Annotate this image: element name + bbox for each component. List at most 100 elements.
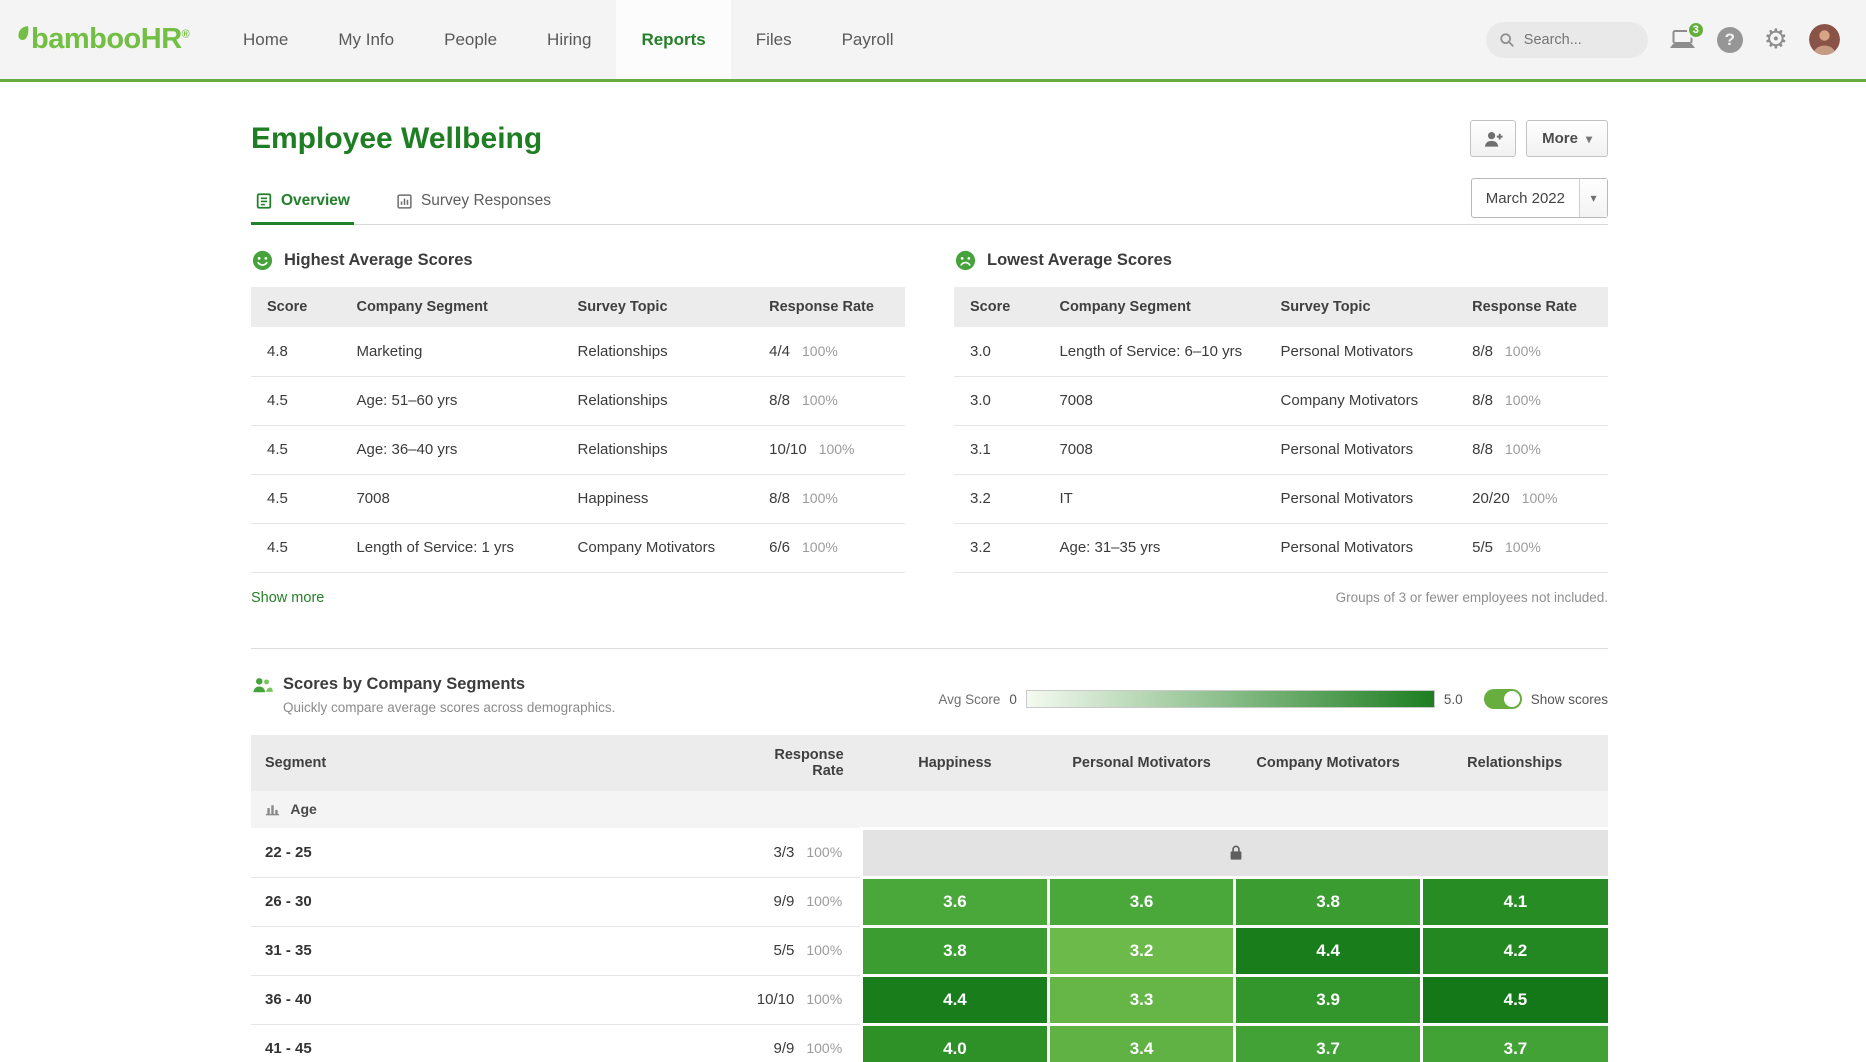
heatmap-cell: 3.7 bbox=[1233, 1022, 1422, 1062]
legend-min: 0 bbox=[1009, 691, 1017, 707]
nav-item-my-info[interactable]: My Info bbox=[313, 0, 419, 79]
cell-response-rate: 3/3 100% bbox=[739, 828, 862, 878]
cell-score: 3.0 bbox=[954, 327, 1050, 377]
chevron-down-icon: ▾ bbox=[1585, 131, 1592, 146]
col-response-rate: Response Rate bbox=[759, 287, 905, 327]
help-button[interactable]: ? bbox=[1716, 26, 1743, 53]
nav-item-payroll[interactable]: Payroll bbox=[817, 0, 919, 79]
bamboohr-logo[interactable]: bambooHR® bbox=[0, 0, 218, 79]
cell-survey-topic: Relationships bbox=[567, 327, 760, 377]
response-percent: 100% bbox=[802, 392, 838, 408]
cell-segment: 22 - 25 bbox=[251, 828, 740, 878]
table-row: 4.5 Age: 36–40 yrs Relationships 10/10 100% bbox=[251, 425, 905, 475]
col-company-motivators: Company Motivators bbox=[1234, 734, 1422, 791]
cell-survey-topic: Happiness bbox=[567, 474, 760, 524]
cell-response-rate: 8/8 100% bbox=[759, 474, 905, 524]
highest-scores-table: Score Company Segment Survey Topic Respo… bbox=[251, 287, 905, 573]
response-count: 6/6 bbox=[769, 539, 790, 556]
cell-company-segment: 7008 bbox=[1049, 376, 1271, 426]
lowest-scores-table: Score Company Segment Survey Topic Respo… bbox=[954, 287, 1608, 573]
cell-company-segment: Length of Service: 1 yrs bbox=[346, 523, 568, 573]
brand-text: bambooHR® bbox=[31, 23, 190, 55]
nav-right-cluster: 3 ? ⚙ bbox=[1485, 0, 1866, 79]
leaf-icon bbox=[18, 25, 29, 40]
search-icon bbox=[1500, 32, 1514, 47]
table-header-row: Score Company Segment Survey Topic Respo… bbox=[251, 287, 905, 327]
lock-icon bbox=[1230, 845, 1241, 860]
nav-item-hiring[interactable]: Hiring bbox=[522, 0, 616, 79]
response-percent: 100% bbox=[802, 490, 838, 506]
cell-response-rate: 8/8 100% bbox=[1462, 425, 1608, 475]
period-select[interactable]: March 2022 ▾ bbox=[1470, 178, 1608, 218]
overview-report-icon bbox=[256, 193, 272, 209]
cell-score: 3.2 bbox=[954, 523, 1050, 573]
heatmap-cell: 4.1 bbox=[1419, 875, 1608, 926]
settings-button[interactable]: ⚙ bbox=[1764, 26, 1788, 53]
lowest-scores-panel: Lowest Average Scores Score Company Segm… bbox=[954, 249, 1608, 608]
response-count: 3/3 bbox=[773, 843, 795, 861]
response-count: 5/5 bbox=[773, 942, 795, 959]
response-percent: 100% bbox=[806, 893, 843, 909]
table-row: 3.2 IT Personal Motivators 20/20 100% bbox=[954, 474, 1608, 524]
avatar-photo bbox=[1809, 24, 1840, 55]
page-head: Employee Wellbeing More ▾ bbox=[251, 82, 1608, 157]
nav-item-home[interactable]: Home bbox=[218, 0, 313, 79]
tabs-row: Overview Survey Responses March 2022 ▾ bbox=[251, 178, 1608, 225]
table-row: 4.5 7008 Happiness 8/8 100% bbox=[251, 474, 905, 524]
bar-chart-icon bbox=[397, 193, 412, 209]
avatar[interactable] bbox=[1809, 24, 1840, 55]
table-header-row: Segment Response Rate Happiness Personal… bbox=[251, 734, 1608, 791]
cell-segment: 31 - 35 bbox=[251, 926, 740, 976]
col-score: Score bbox=[954, 287, 1050, 327]
heatmap-cell: 4.2 bbox=[1419, 924, 1608, 975]
heatmap-cell: 3.4 bbox=[1046, 1022, 1235, 1062]
response-percent: 100% bbox=[1505, 392, 1541, 408]
tab-survey-responses[interactable]: Survey Responses bbox=[392, 192, 555, 225]
heatmap-cell: 3.8 bbox=[860, 924, 1049, 975]
score-panels: Highest Average Scores Score Company Seg… bbox=[251, 249, 1608, 608]
cell-survey-topic: Personal Motivators bbox=[1270, 425, 1463, 475]
groups-footnote: Groups of 3 or fewer employees not inclu… bbox=[1335, 589, 1608, 605]
cell-company-segment: Age: 31–35 yrs bbox=[1049, 523, 1271, 573]
response-count: 8/8 bbox=[1472, 392, 1493, 409]
notifications-button[interactable]: 3 bbox=[1669, 20, 1705, 51]
tab-overview[interactable]: Overview bbox=[251, 192, 354, 225]
col-survey-topic: Survey Topic bbox=[1270, 287, 1463, 327]
response-count: 10/10 bbox=[769, 441, 807, 458]
response-count: 9/9 bbox=[773, 1040, 795, 1057]
cell-response-rate: 8/8 100% bbox=[759, 376, 905, 426]
col-personal-motivators: Personal Motivators bbox=[1048, 734, 1235, 791]
heatmap-cell: 3.8 bbox=[1233, 875, 1422, 926]
top-nav: bambooHR® Home My Info People Hiring Reports… bbox=[0, 0, 1866, 82]
cell-company-segment: Age: 36–40 yrs bbox=[346, 425, 568, 475]
cell-company-segment: Length of Service: 6–10 yrs bbox=[1049, 327, 1271, 377]
tab-survey-label: Survey Responses bbox=[420, 192, 552, 209]
cell-company-segment: 7008 bbox=[346, 474, 568, 524]
cell-score: 4.5 bbox=[251, 425, 347, 475]
heatmap-cell: 3.7 bbox=[1419, 1022, 1608, 1062]
nav-item-reports[interactable]: Reports bbox=[616, 0, 731, 79]
more-button[interactable]: More ▾ bbox=[1526, 120, 1608, 157]
response-percent: 100% bbox=[1505, 441, 1541, 457]
heatmap-cell: 3.3 bbox=[1046, 973, 1235, 1024]
highest-panel-head: Highest Average Scores bbox=[251, 249, 905, 272]
cell-company-segment: 7008 bbox=[1049, 425, 1271, 475]
nav-item-people[interactable]: People bbox=[419, 0, 522, 79]
add-person-button[interactable] bbox=[1470, 120, 1517, 157]
col-relationships: Relationships bbox=[1421, 734, 1608, 791]
nav-item-files[interactable]: Files bbox=[731, 0, 817, 79]
cell-survey-topic: Personal Motivators bbox=[1270, 523, 1463, 573]
segments-title-row: Scores by Company Segments bbox=[251, 675, 615, 695]
col-survey-topic: Survey Topic bbox=[567, 287, 760, 327]
cell-score: 3.2 bbox=[954, 474, 1050, 524]
response-count: 8/8 bbox=[769, 490, 790, 507]
section-divider bbox=[251, 647, 1608, 649]
heatmap-cell: 3.6 bbox=[1046, 875, 1235, 926]
segments-title: Scores by Company Segments bbox=[283, 675, 526, 693]
period-value: March 2022 bbox=[1485, 189, 1565, 207]
show-more-link[interactable]: Show more bbox=[251, 590, 324, 606]
table-row: 3.2 Age: 31–35 yrs Personal Motivators 5/5 1… bbox=[954, 523, 1608, 573]
show-scores-toggle[interactable] bbox=[1483, 689, 1522, 709]
response-count: 10/10 bbox=[756, 991, 795, 1008]
toggle-knob bbox=[1503, 691, 1520, 707]
